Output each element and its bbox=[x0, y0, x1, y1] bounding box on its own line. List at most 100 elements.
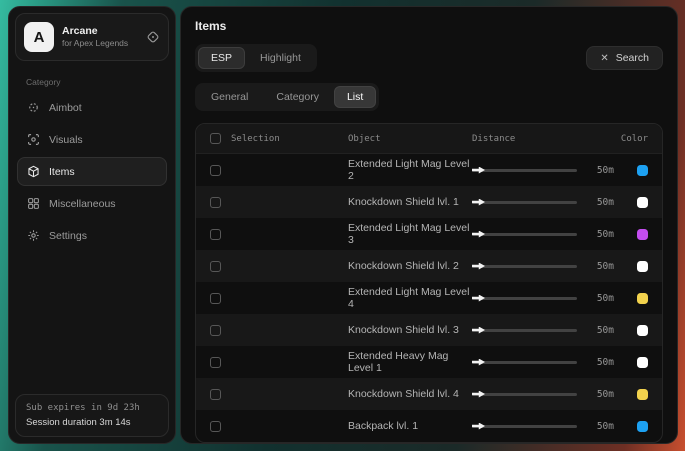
slider-thumb[interactable] bbox=[472, 231, 485, 238]
slider-thumb[interactable] bbox=[472, 295, 485, 302]
row-checkbox[interactable] bbox=[210, 293, 221, 304]
tab-list[interactable]: List bbox=[334, 86, 376, 108]
table-row: Extended Heavy Mag Level 150m bbox=[196, 346, 662, 378]
row-checkbox[interactable] bbox=[210, 165, 221, 176]
row-selection-cell bbox=[210, 261, 348, 272]
distance-value: 50m bbox=[588, 261, 614, 272]
distance-slider[interactable] bbox=[472, 201, 577, 204]
object-name: Extended Heavy Mag Level 1 bbox=[348, 350, 472, 374]
slider-thumb[interactable] bbox=[472, 359, 485, 366]
row-checkbox[interactable] bbox=[210, 421, 221, 432]
slider-thumb[interactable] bbox=[472, 199, 485, 206]
table-row: Extended Light Mag Level 450m bbox=[196, 282, 662, 314]
row-checkbox[interactable] bbox=[210, 325, 221, 336]
session-duration-text: Session duration 3m 14s bbox=[26, 417, 158, 428]
distance-value: 50m bbox=[588, 421, 614, 432]
slider-thumb[interactable] bbox=[472, 423, 485, 430]
row-checkbox[interactable] bbox=[210, 357, 221, 368]
object-name: Knockdown Shield lvl. 3 bbox=[348, 324, 472, 336]
items-table: Selection Object Distance Color Extended… bbox=[195, 123, 663, 443]
distance-slider[interactable] bbox=[472, 169, 577, 172]
close-icon: ✕ bbox=[600, 53, 608, 64]
color-swatch[interactable] bbox=[637, 229, 648, 240]
sidebar-item-settings[interactable]: Settings bbox=[17, 221, 167, 250]
row-checkbox[interactable] bbox=[210, 261, 221, 272]
distance-cell: 50m bbox=[472, 197, 614, 208]
color-swatch[interactable] bbox=[637, 261, 648, 272]
crosshair-icon bbox=[27, 101, 40, 114]
search-button[interactable]: ✕ Search bbox=[586, 46, 663, 70]
grid-icon bbox=[27, 197, 40, 210]
distance-value: 50m bbox=[588, 325, 614, 336]
object-name: Knockdown Shield lvl. 4 bbox=[348, 388, 472, 400]
color-swatch[interactable] bbox=[637, 293, 648, 304]
column-header-distance: Distance bbox=[472, 134, 614, 144]
table-row: Knockdown Shield lvl. 450m bbox=[196, 378, 662, 410]
color-swatch[interactable] bbox=[637, 325, 648, 336]
diamond-icon[interactable] bbox=[146, 30, 160, 44]
sidebar-item-label: Settings bbox=[49, 230, 87, 242]
color-swatch[interactable] bbox=[637, 357, 648, 368]
object-name: Knockdown Shield lvl. 2 bbox=[348, 260, 472, 272]
sidebar-item-aimbot[interactable]: Aimbot bbox=[17, 93, 167, 122]
distance-slider[interactable] bbox=[472, 393, 577, 396]
row-selection-cell bbox=[210, 389, 348, 400]
object-name: Extended Light Mag Level 3 bbox=[348, 222, 472, 246]
sidebar-item-label: Items bbox=[49, 166, 75, 178]
sidebar-nav: Aimbot Visuals Items Miscellaneous Settings bbox=[9, 90, 175, 250]
distance-cell: 50m bbox=[472, 357, 614, 368]
tab-general[interactable]: General bbox=[198, 86, 261, 108]
sidebar-item-visuals[interactable]: Visuals bbox=[17, 125, 167, 154]
table-row: Knockdown Shield lvl. 2 50m bbox=[196, 250, 662, 282]
tab-bar: GeneralCategoryList bbox=[195, 83, 379, 111]
distance-slider[interactable] bbox=[472, 265, 577, 268]
distance-value: 50m bbox=[588, 165, 614, 176]
mode-esp[interactable]: ESP bbox=[198, 47, 245, 69]
distance-cell: 50m bbox=[472, 389, 614, 400]
slider-thumb[interactable] bbox=[472, 327, 485, 334]
row-checkbox[interactable] bbox=[210, 197, 221, 208]
row-checkbox[interactable] bbox=[210, 389, 221, 400]
distance-slider[interactable] bbox=[472, 425, 577, 428]
distance-value: 50m bbox=[588, 293, 614, 304]
select-all-checkbox[interactable] bbox=[210, 133, 221, 144]
page-title: Items bbox=[195, 19, 663, 33]
color-swatch[interactable] bbox=[637, 197, 648, 208]
distance-cell: 50m bbox=[472, 325, 614, 336]
slider-thumb[interactable] bbox=[472, 391, 485, 398]
sidebar: A Arcane for Apex Legends Category Aimbo… bbox=[8, 6, 176, 444]
distance-value: 50m bbox=[588, 229, 614, 240]
distance-slider[interactable] bbox=[472, 329, 577, 332]
mode-switcher: ESPHighlight bbox=[195, 44, 317, 72]
sidebar-item-miscellaneous[interactable]: Miscellaneous bbox=[17, 189, 167, 218]
distance-cell: 50m bbox=[472, 421, 614, 432]
distance-slider[interactable] bbox=[472, 233, 577, 236]
category-label: Category bbox=[26, 77, 175, 87]
distance-cell: 50m bbox=[472, 293, 614, 304]
slider-thumb[interactable] bbox=[472, 167, 485, 174]
row-checkbox[interactable] bbox=[210, 229, 221, 240]
color-swatch[interactable] bbox=[637, 389, 648, 400]
distance-slider[interactable] bbox=[472, 361, 577, 364]
sidebar-item-label: Aimbot bbox=[49, 102, 82, 114]
slider-thumb[interactable] bbox=[472, 263, 485, 270]
row-selection-cell bbox=[210, 165, 348, 176]
row-selection-cell bbox=[210, 229, 348, 240]
table-row: Extended Light Mag Level 3 50m bbox=[196, 218, 662, 250]
mode-row: ESPHighlight ✕ Search bbox=[195, 44, 663, 72]
color-swatch[interactable] bbox=[637, 165, 648, 176]
distance-cell: 50m bbox=[472, 165, 614, 176]
tab-category[interactable]: Category bbox=[263, 86, 332, 108]
distance-slider[interactable] bbox=[472, 297, 577, 300]
row-selection-cell bbox=[210, 421, 348, 432]
table-header-row: Selection Object Distance Color bbox=[196, 124, 662, 154]
row-selection-cell bbox=[210, 293, 348, 304]
sidebar-item-label: Visuals bbox=[49, 134, 83, 146]
color-swatch[interactable] bbox=[637, 421, 648, 432]
sidebar-item-items[interactable]: Items bbox=[17, 157, 167, 186]
object-name: Extended Light Mag Level 2 bbox=[348, 158, 472, 182]
table-row: Backpack lvl. 150m bbox=[196, 410, 662, 442]
gear-icon bbox=[27, 229, 40, 242]
session-info-card: Sub expires in 9d 23h Session duration 3… bbox=[15, 394, 169, 437]
mode-highlight[interactable]: Highlight bbox=[247, 47, 314, 69]
